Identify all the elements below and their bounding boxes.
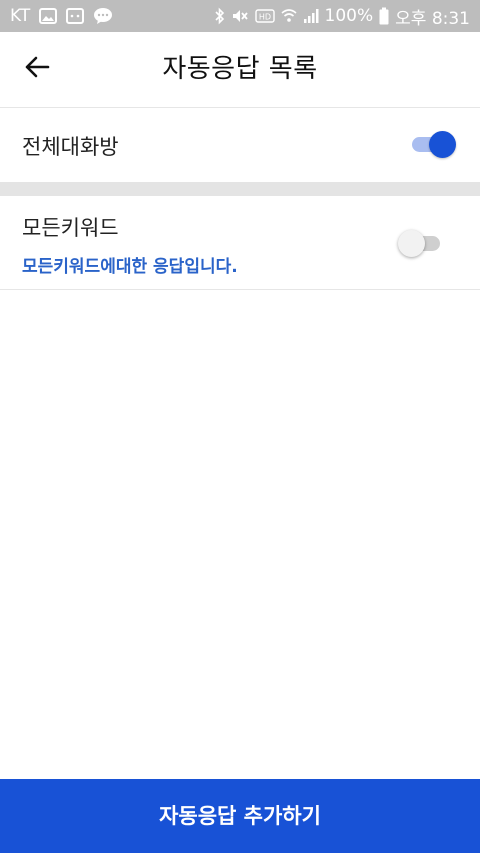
- status-right: HD 100% 오후 8:31: [214, 4, 470, 29]
- row-subtitle: 모든키워드에대한 응답입니다.: [22, 257, 238, 277]
- battery-percent: 100%: [324, 6, 374, 26]
- app-bar: 자동응답 목록: [0, 32, 480, 108]
- row-title: 전체대화방: [22, 135, 119, 159]
- clock: 오후 8:31: [395, 8, 470, 29]
- all-keywords-toggle[interactable]: [398, 228, 444, 258]
- hd-icon: HD: [254, 8, 275, 24]
- all-chatrooms-toggle[interactable]: [410, 129, 456, 159]
- svg-text:HD: HD: [258, 13, 270, 22]
- status-bar: KT HD 100% 오후 8:31: [0, 0, 480, 32]
- bluetooth-icon: [214, 7, 225, 25]
- signal-icon: [303, 8, 319, 24]
- gallery-icon: [39, 8, 58, 24]
- status-left: KT: [10, 6, 113, 26]
- list-item-all-chatrooms[interactable]: 전체대화방: [0, 108, 480, 182]
- chat-bubble-icon: [93, 7, 113, 25]
- carrier-label: KT: [10, 6, 31, 26]
- section-divider: [0, 182, 480, 196]
- toggle-thumb: [398, 230, 425, 257]
- back-arrow-icon: [24, 54, 50, 84]
- back-button[interactable]: [14, 46, 60, 92]
- wifi-icon: [281, 8, 297, 24]
- row-title: 모든키워드: [22, 216, 119, 240]
- message-icon: [66, 8, 85, 24]
- screen: KT HD 100% 오후 8:31 자동응답 목록 전체대화방 모든키워드 모…: [0, 0, 480, 853]
- battery-icon: [379, 7, 389, 25]
- mute-icon: [231, 7, 249, 25]
- toggle-thumb: [429, 131, 456, 158]
- add-auto-reply-button[interactable]: 자동응답 추가하기: [0, 779, 480, 853]
- page-title: 자동응답 목록: [162, 54, 318, 84]
